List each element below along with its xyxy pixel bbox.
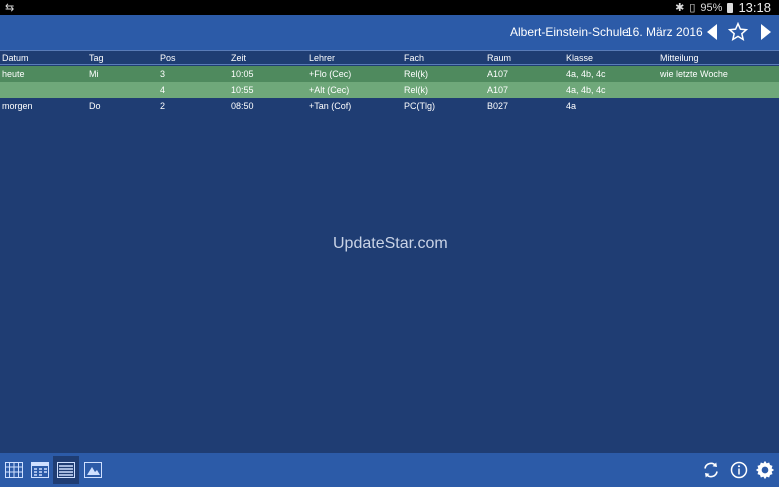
cell-klasse: 4a [566, 101, 577, 111]
cell-mitteilung: wie letzte Woche [660, 69, 728, 79]
battery-percent: 95% [700, 1, 723, 14]
table-row[interactable]: morgen Do 2 08:50 +Tan (Cof) PC(Tlg) B02… [0, 98, 779, 114]
cell-lehrer: +Flo (Cec) [309, 69, 352, 79]
column-header-lehrer: Lehrer [309, 53, 336, 63]
cell-zeit: 08:50 [231, 101, 254, 111]
week-view-button[interactable] [4, 460, 24, 480]
list-view-button[interactable] [53, 456, 79, 484]
cell-tag: Do [89, 101, 101, 111]
refresh-icon [704, 462, 718, 478]
bottom-toolbar [0, 453, 779, 487]
cell-klasse: 4a, 4b, 4c [566, 85, 606, 95]
cell-lehrer: +Alt (Cec) [309, 85, 350, 95]
cell-raum: A107 [487, 85, 509, 95]
clock: 13:18 [738, 0, 771, 15]
column-header-fach: Fach [404, 53, 425, 63]
cell-datum: morgen [2, 101, 33, 111]
star-icon [728, 22, 748, 42]
prev-day-button[interactable] [702, 21, 722, 43]
cell-pos: 2 [160, 101, 166, 111]
cell-pos: 3 [160, 69, 166, 79]
calendar-icon [31, 462, 49, 478]
cell-datum: heute [2, 69, 25, 79]
bluetooth-icon: ✱ [675, 2, 685, 14]
cell-fach: Rel(k) [404, 69, 428, 79]
app-header: Albert-Einstein-Schule 16. März 2016 [0, 15, 779, 50]
column-header-raum: Raum [487, 53, 512, 63]
cell-tag: Mi [89, 69, 99, 79]
chevron-left-icon [707, 24, 717, 40]
column-header-zeit: Zeit [231, 53, 247, 63]
cell-raum: B027 [487, 101, 509, 111]
cell-klasse: 4a, 4b, 4c [566, 69, 606, 79]
watermark: UpdateStar.com [333, 235, 448, 252]
cell-zeit: 10:05 [231, 69, 254, 79]
cell-lehrer: +Tan (Cof) [309, 101, 352, 111]
status-bar: ⇆ ✱ ▯ 95% 13:18 [0, 0, 779, 15]
table-header: Datum Tag Pos Zeit Lehrer Fach Raum Klas… [0, 50, 779, 65]
next-day-button[interactable] [756, 21, 776, 43]
info-icon [730, 461, 748, 479]
news-icon [84, 462, 102, 478]
gear-icon [755, 460, 775, 480]
current-date: 16. März 2016 [626, 25, 703, 39]
cast-icon: ⇆ [5, 2, 15, 14]
cell-fach: PC(Tlg) [404, 101, 435, 111]
favorite-button[interactable] [728, 21, 748, 43]
cell-pos: 4 [160, 85, 166, 95]
settings-button[interactable] [755, 460, 775, 480]
vibrate-icon: ▯ [689, 2, 696, 14]
column-header-pos: Pos [160, 53, 176, 63]
info-button[interactable] [729, 460, 749, 480]
news-view-button[interactable] [83, 460, 103, 480]
cell-zeit: 10:55 [231, 85, 254, 95]
table-row[interactable]: heute Mi 3 10:05 +Flo (Cec) Rel(k) A107 … [0, 66, 779, 82]
cell-raum: A107 [487, 69, 509, 79]
month-view-button[interactable] [30, 460, 50, 480]
grid-calendar-icon [5, 462, 23, 478]
table-row[interactable]: 4 10:55 +Alt (Cec) Rel(k) A107 4a, 4b, 4… [0, 82, 779, 98]
column-header-mitteilung: Mitteilung [660, 53, 699, 63]
chevron-right-icon [761, 24, 771, 40]
column-header-tag: Tag [89, 53, 104, 63]
list-icon [57, 462, 75, 478]
refresh-button[interactable] [701, 460, 721, 480]
battery-icon [727, 2, 734, 13]
column-header-klasse: Klasse [566, 53, 594, 63]
cell-fach: Rel(k) [404, 85, 428, 95]
status-right: ✱ ▯ 95% 13:18 [675, 0, 771, 15]
school-name: Albert-Einstein-Schule [510, 25, 629, 39]
column-header-datum: Datum [2, 53, 29, 63]
